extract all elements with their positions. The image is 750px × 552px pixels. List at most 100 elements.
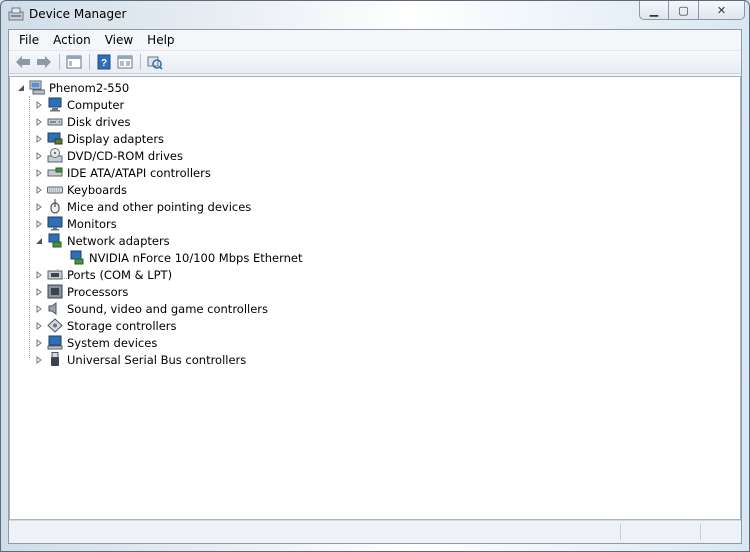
keyboard-icon bbox=[47, 186, 63, 194]
tree-category[interactable]: System devices bbox=[34, 334, 157, 351]
tree-category[interactable]: Processors bbox=[34, 283, 128, 300]
tree-category-label: System devices bbox=[67, 335, 158, 350]
tree-category[interactable]: Display adapters bbox=[34, 130, 164, 147]
tree-connector bbox=[29, 96, 30, 358]
window-controls: ▁ ▢ ✕ bbox=[639, 1, 745, 21]
collapse-icon[interactable] bbox=[16, 83, 25, 92]
expand-icon[interactable] bbox=[34, 321, 43, 330]
port-icon bbox=[47, 270, 63, 280]
tree-category-label: Mice and other pointing devices bbox=[67, 199, 252, 214]
tree-category[interactable]: Monitors bbox=[34, 215, 117, 232]
toolbar-separator bbox=[89, 54, 90, 70]
properties-icon bbox=[117, 55, 133, 69]
menu-bar: File Action View Help bbox=[9, 30, 741, 51]
tree-category-label: Monitors bbox=[67, 216, 117, 231]
forward-icon bbox=[37, 56, 51, 68]
usb-icon bbox=[51, 352, 59, 366]
tree-device-label: NVIDIA nForce 10/100 Mbps Ethernet bbox=[89, 250, 303, 265]
tree-category[interactable]: Sound, video and game controllers bbox=[34, 300, 268, 317]
scan-hardware-changes-button[interactable] bbox=[145, 53, 165, 71]
toolbar-separator bbox=[140, 54, 141, 70]
tree-category[interactable]: Ports (COM & LPT) bbox=[34, 266, 172, 283]
device-manager-window: Device Manager ▁ ▢ ✕ File Action View He… bbox=[0, 0, 750, 552]
expand-icon[interactable] bbox=[34, 355, 43, 364]
expand-icon[interactable] bbox=[34, 185, 43, 194]
window-title: Device Manager bbox=[29, 7, 127, 21]
tree-category-label: Display adapters bbox=[67, 131, 165, 146]
network-adapter-icon bbox=[48, 233, 62, 248]
tree-category[interactable]: Universal Serial Bus controllers bbox=[34, 351, 246, 368]
tree-category-label: Processors bbox=[67, 284, 129, 299]
title-bar[interactable]: Device Manager ▁ ▢ ✕ bbox=[1, 1, 749, 29]
tree-category[interactable]: DVD/CD-ROM drives bbox=[34, 147, 183, 164]
minimize-icon: ▁ bbox=[649, 3, 659, 17]
network-card-icon bbox=[70, 250, 84, 265]
expand-icon[interactable] bbox=[34, 270, 43, 279]
status-divider bbox=[620, 524, 621, 540]
tree-root[interactable]: Phenom2-550 bbox=[16, 79, 129, 96]
expand-icon[interactable] bbox=[34, 338, 43, 347]
expand-icon[interactable] bbox=[34, 168, 43, 177]
tree-category-label: Ports (COM & LPT) bbox=[67, 267, 173, 282]
help-button[interactable]: ? bbox=[94, 53, 114, 71]
mouse-icon bbox=[50, 199, 60, 214]
sound-icon bbox=[48, 302, 57, 315]
help-icon: ? bbox=[97, 54, 111, 70]
system-device-icon bbox=[47, 335, 63, 350]
tree-category[interactable]: Computer bbox=[34, 96, 124, 113]
tree-category[interactable]: Disk drives bbox=[34, 113, 130, 130]
disk-drive-icon bbox=[47, 118, 63, 126]
menu-view[interactable]: View bbox=[98, 30, 140, 50]
dvd-drive-icon bbox=[47, 148, 63, 163]
tree-category-label: DVD/CD-ROM drives bbox=[67, 148, 183, 163]
expand-icon[interactable] bbox=[34, 151, 43, 160]
tree-category-label: Universal Serial Bus controllers bbox=[67, 352, 247, 367]
tree-category[interactable]: IDE ATA/ATAPI controllers bbox=[34, 164, 211, 181]
minimize-button[interactable]: ▁ bbox=[639, 1, 669, 20]
processor-icon bbox=[47, 284, 63, 299]
device-manager-icon bbox=[8, 7, 24, 21]
expand-icon[interactable] bbox=[34, 117, 43, 126]
computer-icon bbox=[29, 80, 45, 95]
tree-category-label: Network adapters bbox=[67, 233, 170, 248]
show-hide-console-tree-button[interactable] bbox=[64, 53, 84, 71]
tree-category[interactable]: Storage controllers bbox=[34, 317, 177, 334]
storage-controller-icon bbox=[47, 318, 63, 333]
monitor-icon bbox=[47, 216, 63, 231]
back-button[interactable] bbox=[13, 53, 33, 71]
tree-category[interactable]: Network adapters bbox=[34, 232, 170, 249]
maximize-button[interactable]: ▢ bbox=[669, 1, 699, 20]
collapse-icon[interactable] bbox=[34, 236, 43, 245]
menu-action[interactable]: Action bbox=[46, 30, 98, 50]
expand-icon[interactable] bbox=[34, 100, 43, 109]
toolbar: ? bbox=[9, 51, 741, 74]
forward-button[interactable] bbox=[34, 53, 54, 71]
status-bar bbox=[9, 520, 741, 543]
menu-file[interactable]: File bbox=[9, 30, 46, 50]
ide-controller-icon bbox=[47, 167, 63, 177]
show-hide-console-tree-icon bbox=[66, 55, 82, 69]
expand-icon[interactable] bbox=[34, 287, 43, 296]
close-button[interactable]: ✕ bbox=[699, 1, 745, 20]
tree-category[interactable]: Mice and other pointing devices bbox=[34, 198, 251, 215]
computer-icon bbox=[48, 97, 62, 112]
tree-category-label: Sound, video and game controllers bbox=[67, 301, 269, 316]
device-tree[interactable]: Phenom2-550 Computer Disk drives Display… bbox=[9, 76, 741, 520]
expand-icon[interactable] bbox=[34, 304, 43, 313]
toolbar-separator bbox=[59, 54, 60, 70]
tree-category-label: Storage controllers bbox=[67, 318, 177, 333]
expand-icon[interactable] bbox=[34, 202, 43, 211]
tree-category-label: Computer bbox=[67, 97, 125, 112]
tree-device[interactable]: NVIDIA nForce 10/100 Mbps Ethernet bbox=[69, 249, 303, 266]
tree-category[interactable]: Keyboards bbox=[34, 181, 127, 198]
properties-button[interactable] bbox=[115, 53, 135, 71]
menu-help[interactable]: Help bbox=[140, 30, 181, 50]
close-icon: ✕ bbox=[716, 3, 727, 17]
tree-category-label: Disk drives bbox=[67, 114, 131, 129]
svg-text:?: ? bbox=[101, 58, 107, 69]
expand-icon[interactable] bbox=[34, 219, 43, 228]
tree-category-label: IDE ATA/ATAPI controllers bbox=[67, 165, 211, 180]
window-client-area: File Action View Help ? Phenom2-550 Comp… bbox=[8, 29, 742, 544]
expand-icon[interactable] bbox=[34, 134, 43, 143]
tree-root-label: Phenom2-550 bbox=[49, 80, 130, 95]
